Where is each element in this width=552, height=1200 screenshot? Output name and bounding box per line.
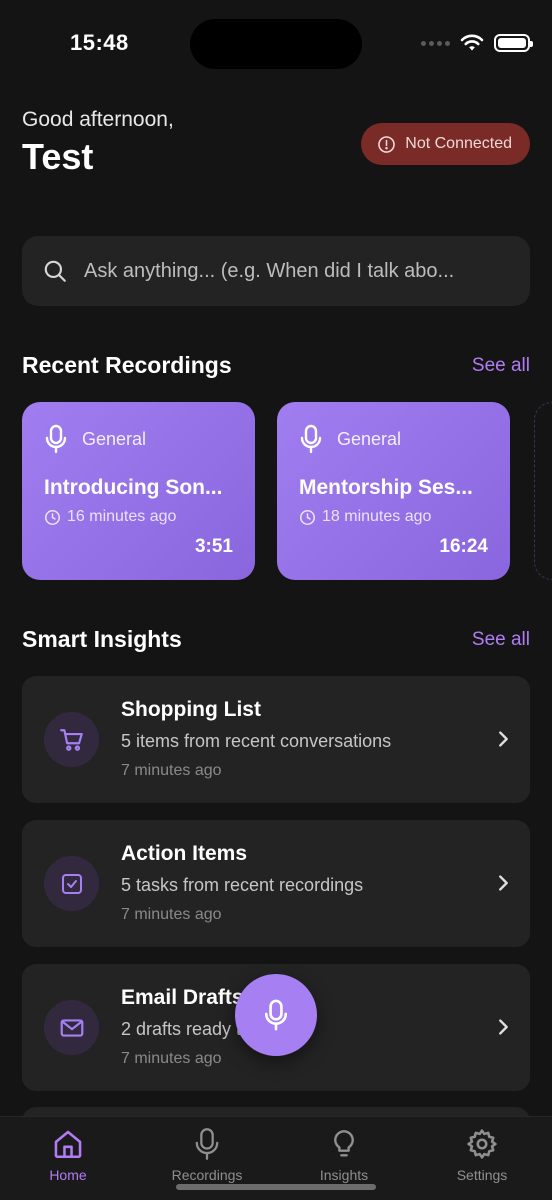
- cellular-signal-icon: [421, 40, 450, 46]
- tab-label: Settings: [456, 1167, 508, 1183]
- recording-time-ago: 16 minutes ago: [44, 508, 233, 526]
- mic-icon: [45, 424, 67, 454]
- bottom-tab-bar: Home Recordings Insights Settings: [0, 1116, 552, 1200]
- chevron-right-icon: [499, 1019, 508, 1035]
- battery-icon: [494, 34, 533, 52]
- insight-time: 7 minutes ago: [121, 762, 222, 779]
- recording-category-label: General: [337, 428, 402, 449]
- mic-icon: [264, 999, 288, 1031]
- tab-label: Recordings: [171, 1167, 243, 1183]
- alert-circle-icon: [378, 135, 396, 153]
- insight-card-action-items[interactable]: Action Items 5 tasks from recent recordi…: [22, 820, 530, 947]
- tab-settings[interactable]: Settings: [427, 1127, 537, 1183]
- search-bar[interactable]: [22, 236, 530, 306]
- insight-icon-circle: [44, 712, 99, 767]
- status-bar: 15:48: [0, 0, 552, 90]
- recording-card[interactable]: General Mentorship Ses... 18 minutes ago…: [277, 402, 510, 580]
- checkbox-icon: [61, 873, 82, 894]
- chevron-right-icon: [499, 731, 508, 747]
- search-icon: [44, 260, 66, 282]
- record-button[interactable]: [235, 974, 317, 1056]
- insight-title: Shopping List: [121, 698, 261, 721]
- tab-label: Home: [49, 1167, 87, 1183]
- clock-icon: [299, 509, 316, 525]
- recent-recordings-title: Recent Recordings: [22, 352, 232, 378]
- wifi-icon: [460, 34, 484, 51]
- greeting-text: Good afternoon,: [22, 108, 174, 131]
- insight-icon-circle: [44, 1000, 99, 1055]
- status-icons: [421, 34, 533, 52]
- recording-time-ago-label: 16 minutes ago: [67, 508, 177, 525]
- cart-icon: [59, 728, 83, 751]
- home-indicator: [176, 1184, 376, 1190]
- recording-title: Introducing Son...: [44, 476, 223, 499]
- recording-time-ago-label: 18 minutes ago: [322, 508, 432, 525]
- mic-icon: [195, 1128, 219, 1160]
- recent-recordings-carousel[interactable]: General Introducing Son... 16 minutes ag…: [22, 402, 552, 582]
- recording-card-placeholder[interactable]: [534, 402, 552, 580]
- insight-card-shopping-list[interactable]: Shopping List 5 items from recent conver…: [22, 676, 530, 803]
- recording-duration: 3:51: [194, 536, 233, 557]
- insight-title: Action Items: [121, 842, 248, 865]
- recording-card[interactable]: General Introducing Son... 16 minutes ag…: [22, 402, 255, 580]
- recording-time-ago: 18 minutes ago: [299, 508, 488, 526]
- clock-icon: [44, 509, 61, 525]
- lightbulb-icon: [334, 1130, 354, 1157]
- user-name: Test: [22, 136, 94, 177]
- recording-category: General: [299, 424, 488, 454]
- dynamic-island: [190, 19, 362, 69]
- mail-icon: [60, 1018, 83, 1037]
- mic-icon: [300, 424, 322, 454]
- status-time: 15:48: [70, 30, 129, 55]
- insight-time: 7 minutes ago: [121, 1050, 222, 1067]
- insight-title: Email Drafts: [121, 986, 244, 1009]
- tab-insights[interactable]: Insights: [289, 1127, 399, 1183]
- insight-subtitle: 5 items from recent conversations: [121, 731, 392, 751]
- connection-status-label: Not Connected: [405, 135, 512, 152]
- recording-duration: 16:24: [439, 536, 488, 557]
- insights-see-all-link[interactable]: See all: [472, 629, 530, 651]
- recordings-see-all-link[interactable]: See all: [472, 355, 530, 377]
- chevron-right-icon: [499, 875, 508, 891]
- connection-status-badge[interactable]: Not Connected: [361, 123, 530, 165]
- tab-home[interactable]: Home: [13, 1127, 123, 1183]
- tab-label: Insights: [319, 1167, 369, 1183]
- gear-icon: [467, 1129, 497, 1159]
- insight-time: 7 minutes ago: [121, 906, 222, 923]
- smart-insights-title: Smart Insights: [22, 626, 182, 652]
- recording-category: General: [44, 424, 233, 454]
- search-input[interactable]: [84, 259, 510, 283]
- recording-category-label: General: [82, 428, 147, 449]
- home-icon: [54, 1130, 82, 1159]
- tab-recordings[interactable]: Recordings: [152, 1127, 262, 1183]
- insight-icon-circle: [44, 856, 99, 911]
- insight-subtitle: 5 tasks from recent recordings: [121, 875, 364, 895]
- recording-title: Mentorship Ses...: [299, 476, 473, 499]
